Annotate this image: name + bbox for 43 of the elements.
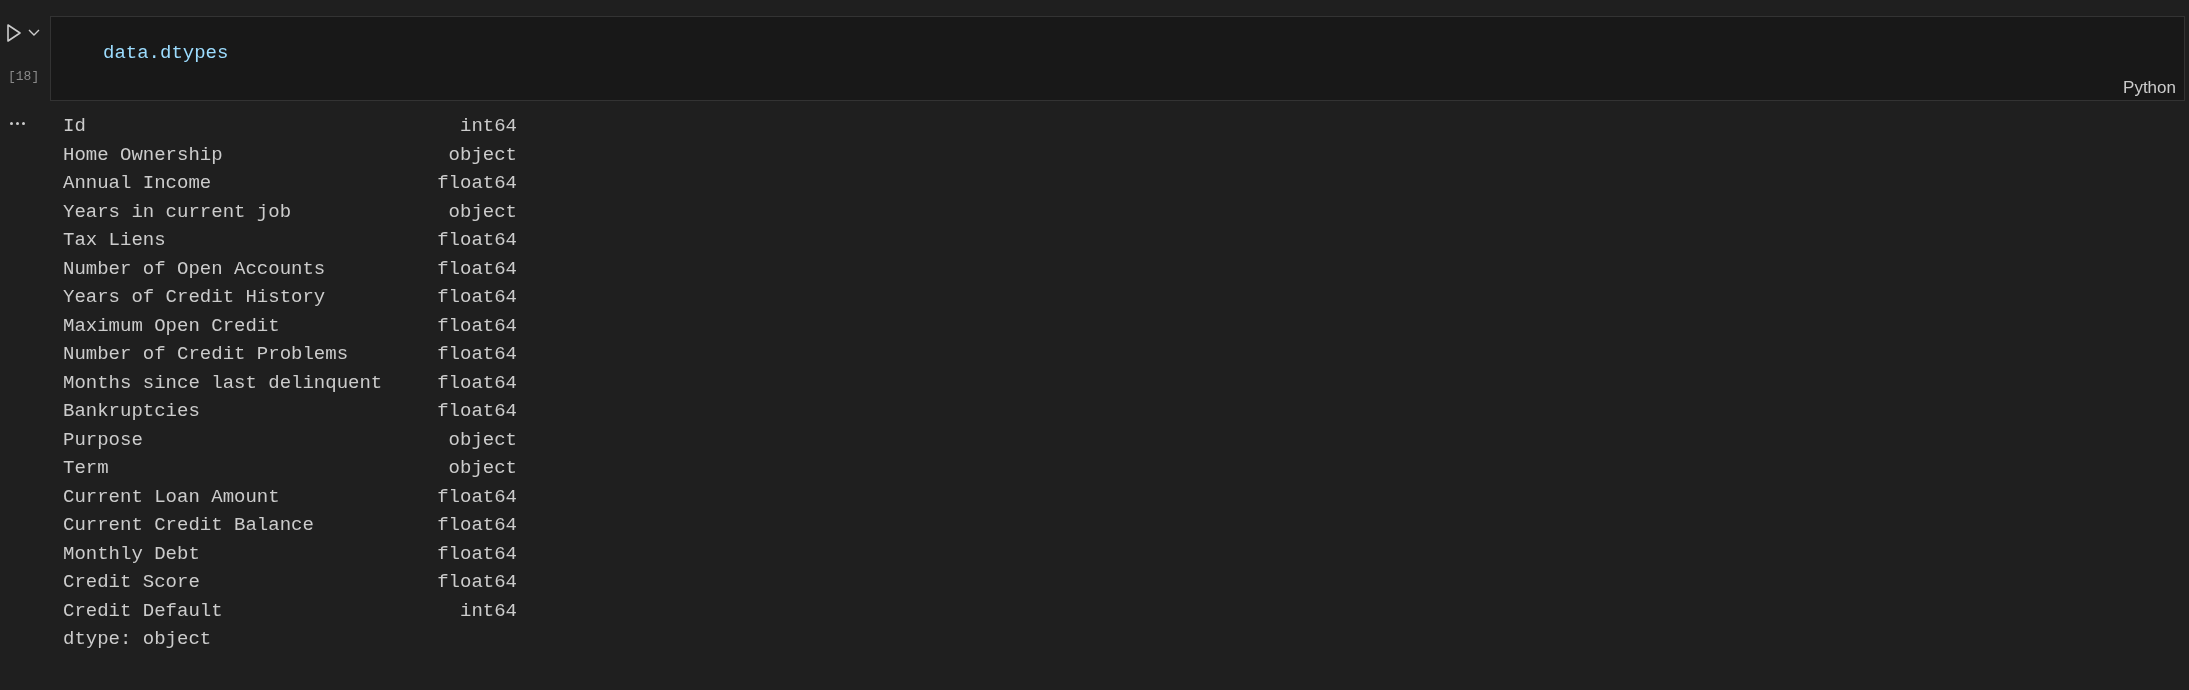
code-cell[interactable]: data.dtypes Python (50, 16, 2185, 101)
column-name: Maximum Open Credit (63, 313, 280, 339)
column-name: Number of Open Accounts (63, 256, 326, 282)
column-name: Years in current job (63, 199, 292, 225)
dtype-value: float64 (437, 370, 517, 396)
dtype-value: object (448, 427, 517, 453)
column-name: Number of Credit Problems (63, 342, 349, 367)
column-name: Credit Default (63, 598, 223, 624)
dtype-value: float64 (437, 228, 517, 253)
column-name: Years of Credit History (63, 285, 326, 310)
column-name: Current Loan Amount (63, 484, 280, 510)
column-name: Current Credit Balance (63, 513, 314, 538)
dtype-value: object (448, 199, 517, 225)
column-name: Months since last delinquent (63, 370, 383, 396)
chevron-down-icon[interactable] (28, 28, 40, 38)
column-name: Tax Liens (63, 228, 166, 253)
column-name: Home Ownership (63, 142, 223, 168)
dtype-summary: dtype: object (63, 627, 213, 652)
dtype-value: float64 (437, 570, 517, 595)
dtype-value: float64 (437, 256, 517, 282)
dtype-value: int64 (460, 114, 517, 139)
execution-count: [18] (8, 68, 40, 86)
column-name: Monthly Debt (63, 541, 200, 567)
dtype-value: float64 (437, 342, 517, 367)
dtype-value: object (448, 456, 517, 481)
dtype-value: float64 (437, 513, 517, 538)
code-text: data.dtypes (103, 42, 229, 64)
column-name: Bankruptcies (63, 399, 200, 424)
column-name: Purpose (63, 427, 143, 453)
dtype-value: float64 (437, 313, 517, 339)
language-label[interactable]: Python (2123, 74, 2176, 100)
column-name: Term (63, 456, 109, 481)
dtype-value: float64 (437, 171, 517, 196)
dtype-value: float64 (437, 484, 517, 510)
dtype-value: int64 (460, 598, 517, 624)
dtype-value: float64 (437, 541, 517, 567)
dtype-value: float64 (437, 399, 517, 424)
run-button[interactable] (4, 22, 24, 44)
dtype-value: float64 (437, 285, 517, 310)
column-name: Annual Income (63, 171, 212, 196)
column-name: Credit Score (63, 570, 200, 595)
dtype-value: object (448, 142, 517, 168)
column-name: Id (63, 114, 86, 139)
